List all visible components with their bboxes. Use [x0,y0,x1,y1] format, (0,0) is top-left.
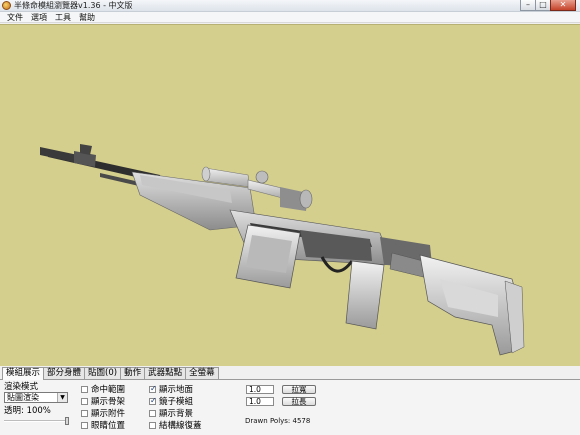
render-mode-label: 渲染模式 [4,382,39,392]
tab-weapon-points[interactable]: 武器點點 [144,367,187,379]
checkbox-icon [149,409,156,417]
checkbox-icon [149,421,156,429]
menu-help[interactable]: 幫助 [75,12,99,22]
rifle-model [40,144,525,356]
render-mode-value: 貼圖渲染 [7,393,39,402]
lengthen-button[interactable]: 拉長 [282,397,316,406]
show-bones-checkbox[interactable]: 顯示骨架 [81,396,125,407]
tab-bar: 模組展示 部分身體 貼圖(0) 動作 武器點點 全螢幕 [0,367,580,380]
widen-button[interactable]: 拉寬 [282,385,316,394]
show-background-checkbox[interactable]: 顯示背景 [149,408,193,419]
title-bar: 半條命模組瀏覽器v1.36 - 中文版 – □ ✕ [0,0,580,12]
model-display-panel: 渲染模式 貼圖渲染 ▼ 透明: 100% 命中範圍 顯示骨架 顯示附件 眼睛位置… [0,379,580,435]
window-title: 半條命模組瀏覽器v1.36 - 中文版 [14,1,133,10]
chevron-down-icon: ▼ [57,393,67,402]
maximize-button[interactable]: □ [535,0,551,11]
show-ground-checkbox[interactable]: 顯示地面 [149,384,193,395]
drawn-polys-counter: Drawn Polys: 4578 [245,417,311,425]
app-icon [2,1,11,10]
checkbox-icon [81,385,88,393]
wireframe-overlay-checkbox[interactable]: 結構線復蓋 [149,420,202,431]
slider-thumb[interactable] [65,417,69,425]
show-attachments-checkbox[interactable]: 顯示附件 [81,408,125,419]
tab-sequences[interactable]: 動作 [120,367,146,379]
transparency-slider[interactable] [4,417,69,425]
transparency-label: 透明: 100% [4,406,51,416]
minimize-button[interactable]: – [520,0,536,11]
close-button[interactable]: ✕ [550,0,576,11]
eye-position-checkbox[interactable]: 眼睛位置 [81,420,125,431]
checkbox-icon [81,397,88,405]
menu-file[interactable]: 文件 [3,12,27,22]
menu-tools[interactable]: 工具 [51,12,75,22]
tab-model-display[interactable]: 模組展示 [2,367,45,380]
width-scale-input[interactable]: 1.0 [246,385,274,394]
tab-body-parts[interactable]: 部分身體 [43,367,86,379]
checkbox-icon [81,409,88,417]
mirror-model-checkbox[interactable]: 鏡子模組 [149,396,193,407]
menu-options[interactable]: 選項 [27,12,51,22]
menu-bar: 文件 選項 工具 幫助 [0,12,580,23]
checkbox-checked-icon [149,396,157,405]
render-mode-select[interactable]: 貼圖渲染 ▼ [4,392,68,403]
checkbox-icon [81,421,88,429]
tab-textures[interactable]: 貼圖(0) [84,367,122,379]
hitbox-checkbox[interactable]: 命中範圍 [81,384,125,395]
tab-fullscreen[interactable]: 全螢幕 [185,367,219,379]
model-viewport[interactable] [0,24,580,366]
checkbox-checked-icon [149,384,157,393]
height-scale-input[interactable]: 1.0 [246,397,274,406]
